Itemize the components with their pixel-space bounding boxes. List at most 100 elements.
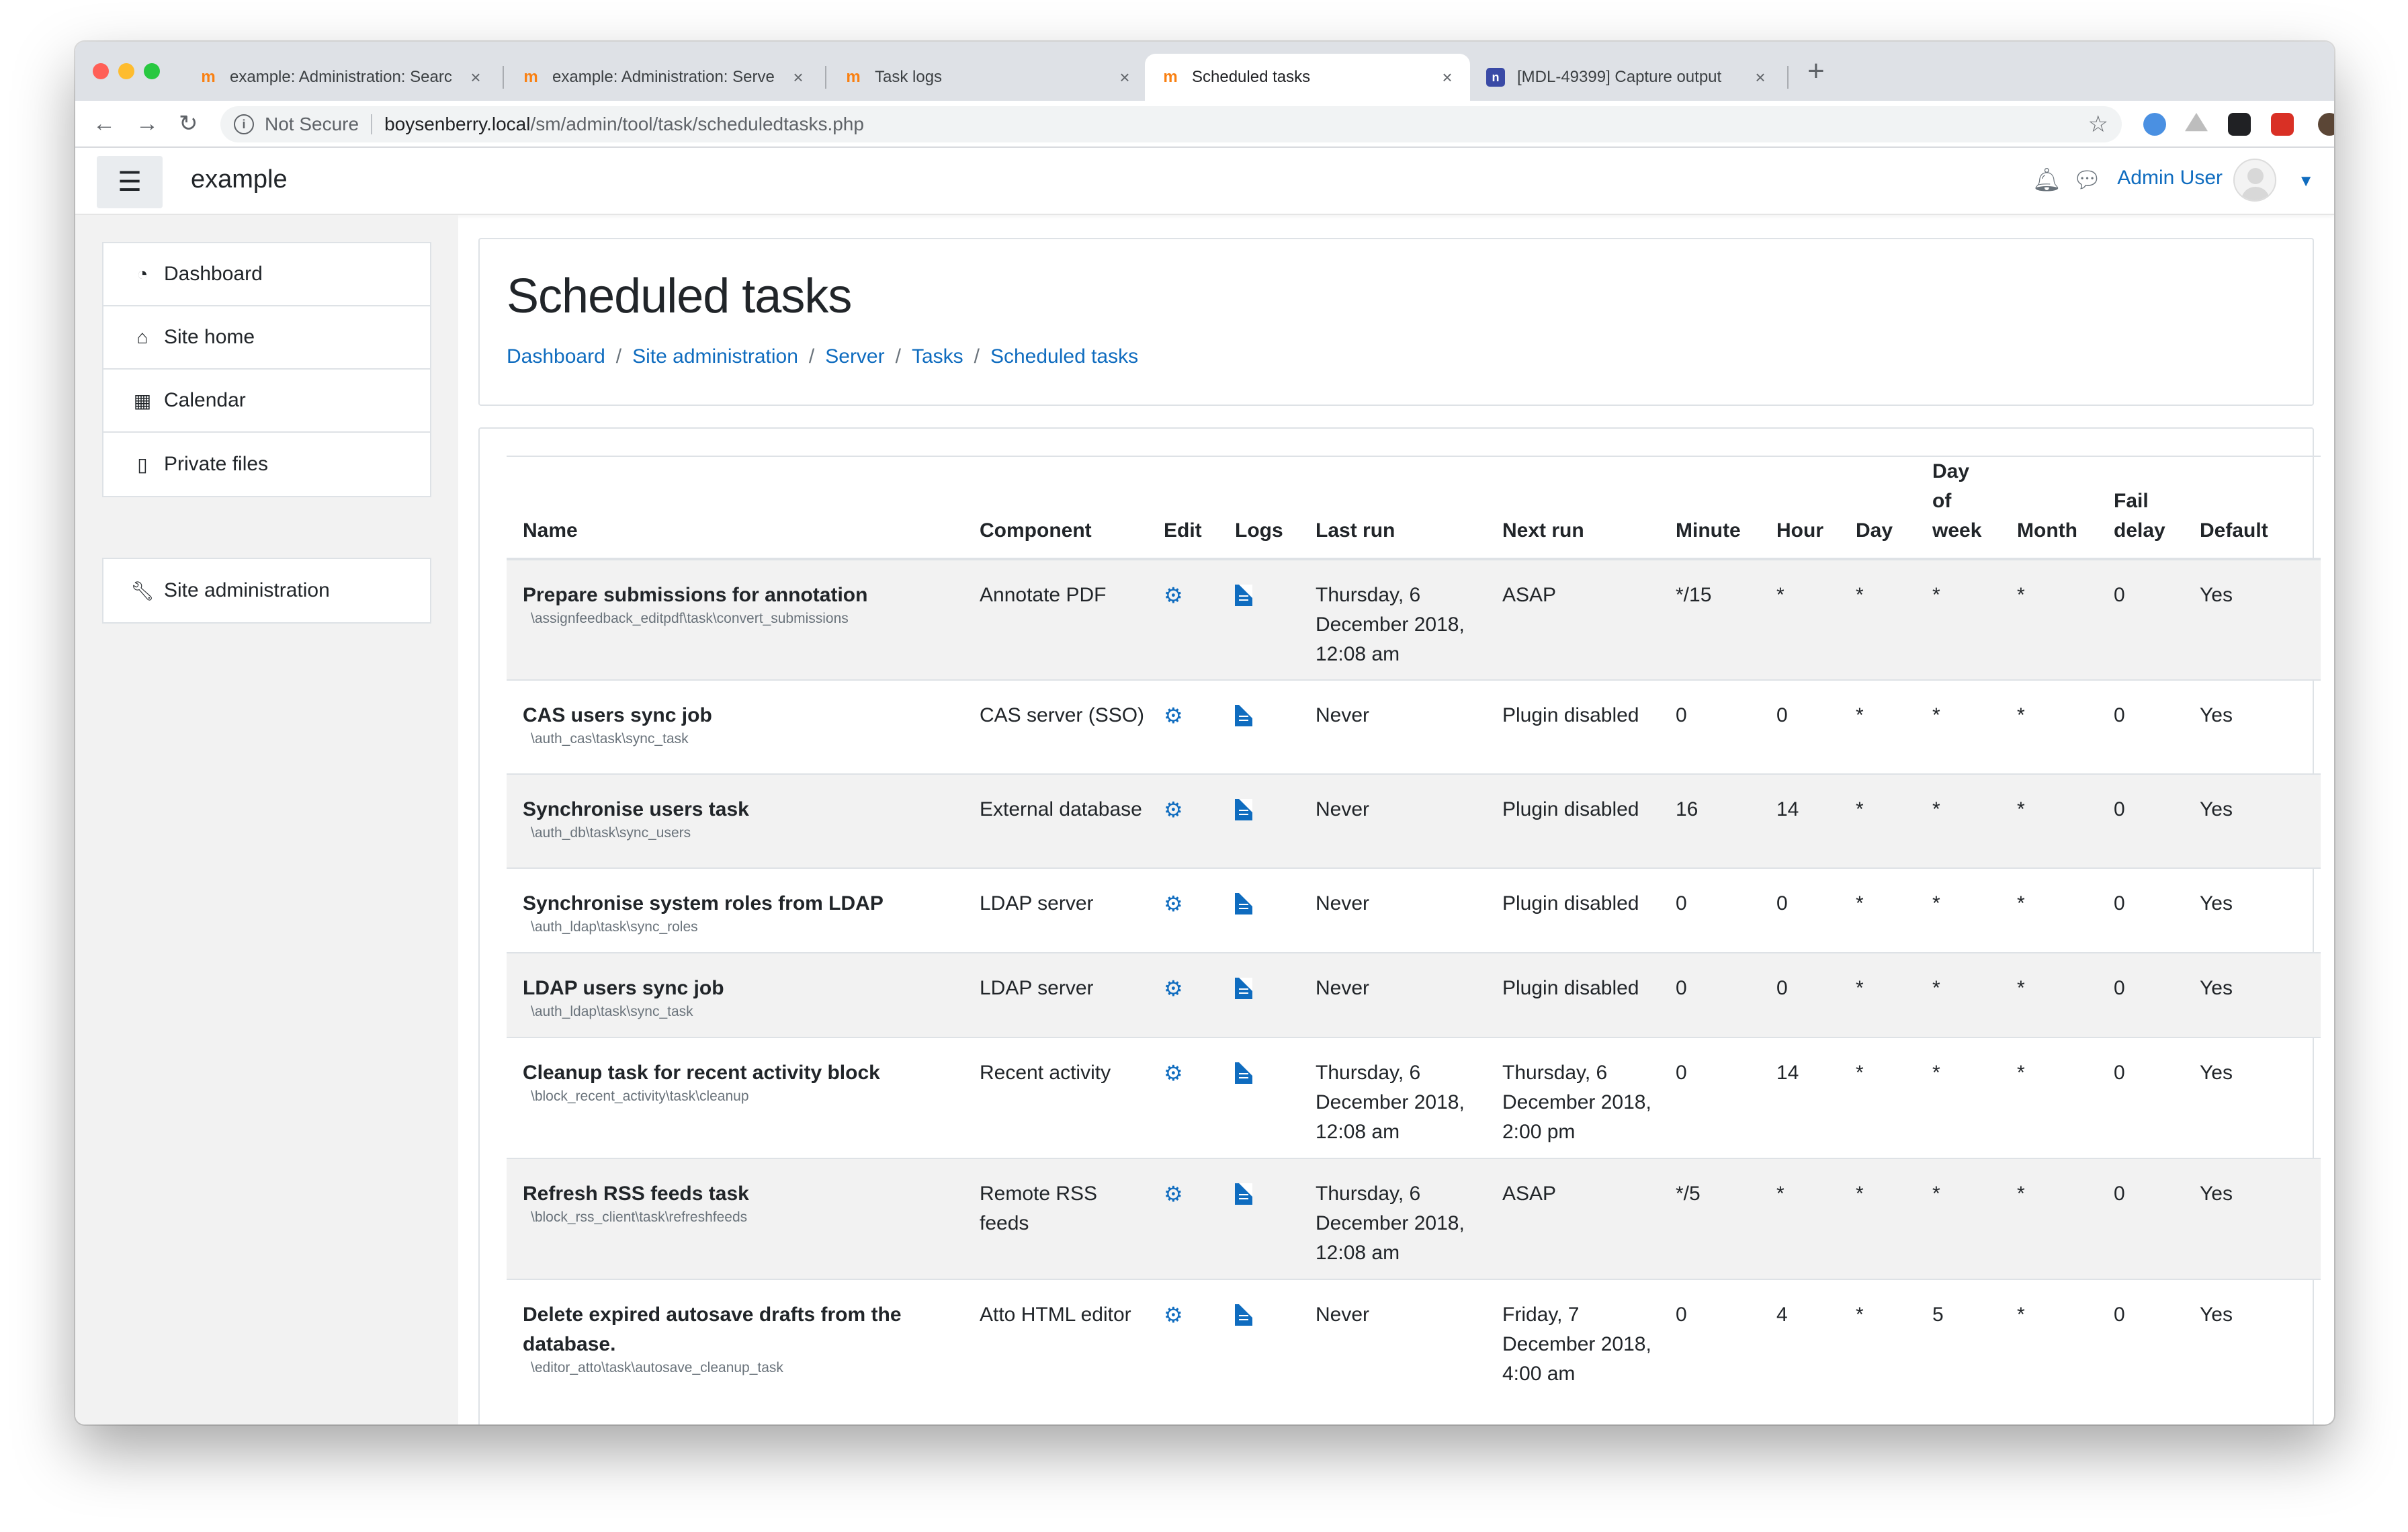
task-lastrun-cell: Thursday, 6 December 2018, 12:08 am bbox=[1299, 558, 1486, 680]
task-nextrun-cell: Thursday, 6 December 2018, 2:00 pm bbox=[1486, 1037, 1660, 1158]
nav-item-site-home[interactable]: ⌂ Site home bbox=[103, 306, 430, 370]
task-minute-cell: 0 bbox=[1660, 867, 1760, 953]
gear-icon[interactable]: ⚙ bbox=[1164, 583, 1183, 607]
file-icon[interactable] bbox=[1235, 1304, 1252, 1326]
forward-icon[interactable]: → bbox=[136, 109, 159, 138]
gear-icon[interactable]: ⚙ bbox=[1164, 798, 1183, 822]
breadcrumb-scheduled-tasks[interactable]: Scheduled tasks bbox=[990, 345, 1138, 368]
moodle-icon: m bbox=[846, 68, 861, 86]
close-tab-icon[interactable]: × bbox=[466, 67, 485, 88]
nav-item-site-administration[interactable]: 🔧︎ Site administration bbox=[103, 559, 430, 622]
task-hour-cell: * bbox=[1760, 558, 1840, 680]
avatar[interactable] bbox=[2233, 159, 2276, 202]
file-icon[interactable] bbox=[1235, 585, 1252, 606]
browser-tab[interactable]: n [MDL-49399] Capture output × bbox=[1470, 54, 1783, 101]
extension-icon[interactable] bbox=[2228, 113, 2251, 136]
new-tab-icon[interactable]: + bbox=[1807, 56, 1825, 86]
site-name[interactable]: example bbox=[191, 165, 288, 194]
task-minute-cell: 16 bbox=[1660, 773, 1760, 868]
table-row: CAS users sync job \auth_cas\task\sync_ta… bbox=[507, 679, 2321, 774]
info-icon[interactable]: i bbox=[234, 114, 254, 134]
task-day-cell: * bbox=[1840, 1279, 1916, 1389]
table-row: LDAP users sync job \auth_ldap\task\sync_… bbox=[507, 952, 2321, 1037]
task-edit-cell: ⚙ bbox=[1148, 1158, 1219, 1279]
bookmark-star-icon[interactable]: ☆ bbox=[2088, 111, 2108, 138]
file-icon[interactable] bbox=[1235, 1062, 1252, 1084]
gear-icon[interactable]: ⚙ bbox=[1164, 1182, 1183, 1206]
task-name: Prepare submissions for annotation bbox=[523, 584, 868, 606]
messages-icon[interactable]: 💬︎ bbox=[2073, 167, 2102, 194]
profile-avatar-icon[interactable] bbox=[2318, 113, 2334, 136]
browser-tab[interactable]: m Task logs × bbox=[828, 54, 1148, 101]
notification-bell-icon[interactable]: 🔔︎ bbox=[2032, 167, 2061, 194]
file-icon[interactable] bbox=[1235, 978, 1252, 999]
maximize-window-button[interactable] bbox=[144, 63, 160, 79]
task-minute-cell: */15 bbox=[1660, 558, 1760, 680]
gear-icon[interactable]: ⚙ bbox=[1164, 976, 1183, 1001]
task-edit-cell: ⚙ bbox=[1148, 1037, 1219, 1158]
task-hour-cell: 14 bbox=[1760, 773, 1840, 868]
file-icon[interactable] bbox=[1235, 893, 1252, 914]
main-content-card: Name Component Edit Logs Last run Next r… bbox=[478, 427, 2321, 1424]
close-tab-icon[interactable]: × bbox=[789, 67, 808, 88]
browser-tab-active[interactable]: m Scheduled tasks × bbox=[1145, 54, 1470, 101]
close-tab-icon[interactable]: × bbox=[1115, 67, 1134, 88]
browser-tab[interactable]: m example: Administration: Serve × bbox=[505, 54, 821, 101]
task-nextrun-cell: Plugin disabled bbox=[1486, 952, 1660, 1037]
chevron-down-icon[interactable]: ▼ bbox=[2298, 172, 2314, 191]
extension-icon[interactable] bbox=[2271, 113, 2294, 136]
task-dayofweek-cell: * bbox=[1916, 952, 2001, 1037]
hamburger-icon: ☰ bbox=[118, 167, 142, 197]
breadcrumb-dashboard[interactable]: Dashboard bbox=[507, 345, 605, 368]
extension-icon[interactable] bbox=[2143, 113, 2166, 136]
gear-icon[interactable]: ⚙ bbox=[1164, 892, 1183, 916]
nav-item-dashboard[interactable]: ◔ Dashboard bbox=[103, 243, 430, 306]
tab-divider bbox=[503, 66, 504, 89]
close-window-button[interactable] bbox=[93, 63, 109, 79]
breadcrumb-server[interactable]: Server bbox=[825, 345, 884, 368]
task-name-cell: CAS users sync job \auth_cas\task\sync_ta… bbox=[507, 679, 963, 774]
task-classname: \editor_atto\task\autosave_cleanup_task bbox=[531, 1360, 783, 1375]
user-menu-name[interactable]: Admin User bbox=[2117, 167, 2223, 189]
task-default-cell: Yes bbox=[2184, 867, 2321, 953]
table-header-row: Name Component Edit Logs Last run Next r… bbox=[507, 456, 2321, 560]
file-icon[interactable] bbox=[1235, 799, 1252, 820]
nav-item-calendar[interactable]: ▦ Calendar bbox=[103, 370, 430, 433]
security-label: Not Secure bbox=[265, 114, 359, 134]
column-header-component[interactable]: Component bbox=[963, 456, 1148, 560]
breadcrumb-separator: / bbox=[974, 345, 980, 368]
back-icon[interactable]: ← bbox=[93, 109, 116, 138]
address-bar[interactable]: i Not Secure boysenberry.local/sm/admin/… bbox=[220, 106, 2122, 142]
close-tab-icon[interactable]: × bbox=[1751, 67, 1770, 88]
task-classname: \auth_ldap\task\sync_task bbox=[531, 1004, 693, 1019]
gear-icon[interactable]: ⚙ bbox=[1164, 704, 1183, 728]
header-line: of bbox=[1932, 490, 1952, 512]
nav-main-list: ◔ Dashboard ⌂ Site home ▦ Calendar ▯ Pri… bbox=[102, 242, 431, 497]
column-header-name[interactable]: Name bbox=[507, 456, 963, 560]
site-header: ☰ example 🔔︎ 💬︎ Admin User ▼ bbox=[75, 148, 2334, 215]
browser-window: m example: Administration: Searc × m exa… bbox=[75, 42, 2334, 1424]
nav-item-label: Private files bbox=[164, 453, 269, 475]
task-name-cell: Prepare submissions for annotation \assig… bbox=[507, 558, 963, 680]
divider bbox=[371, 114, 373, 134]
gear-icon[interactable]: ⚙ bbox=[1164, 1303, 1183, 1327]
close-tab-icon[interactable]: × bbox=[1438, 67, 1457, 88]
reload-icon[interactable]: ↻ bbox=[179, 109, 198, 138]
breadcrumb-separator: / bbox=[615, 345, 622, 368]
minimize-window-button[interactable] bbox=[118, 63, 134, 79]
task-name-cell: LDAP users sync job \auth_ldap\task\sync_… bbox=[507, 952, 963, 1037]
task-classname: \auth_cas\task\sync_task bbox=[531, 731, 689, 747]
breadcrumb-site-administration[interactable]: Site administration bbox=[632, 345, 798, 368]
nav-drawer-toggle-button[interactable]: ☰ bbox=[97, 156, 163, 208]
browser-tab[interactable]: m example: Administration: Searc × bbox=[183, 54, 499, 101]
task-default-cell: Yes bbox=[2184, 952, 2321, 1037]
file-icon[interactable] bbox=[1235, 705, 1252, 726]
breadcrumb-tasks[interactable]: Tasks bbox=[912, 345, 963, 368]
column-header-default: Default bbox=[2184, 456, 2321, 560]
gear-icon[interactable]: ⚙ bbox=[1164, 1061, 1183, 1085]
file-icon[interactable] bbox=[1235, 1183, 1252, 1205]
nav-item-private-files[interactable]: ▯ Private files bbox=[103, 433, 430, 496]
home-icon: ⌂ bbox=[136, 327, 148, 347]
task-month-cell: * bbox=[2001, 952, 2098, 1037]
drive-icon[interactable] bbox=[2185, 113, 2208, 132]
